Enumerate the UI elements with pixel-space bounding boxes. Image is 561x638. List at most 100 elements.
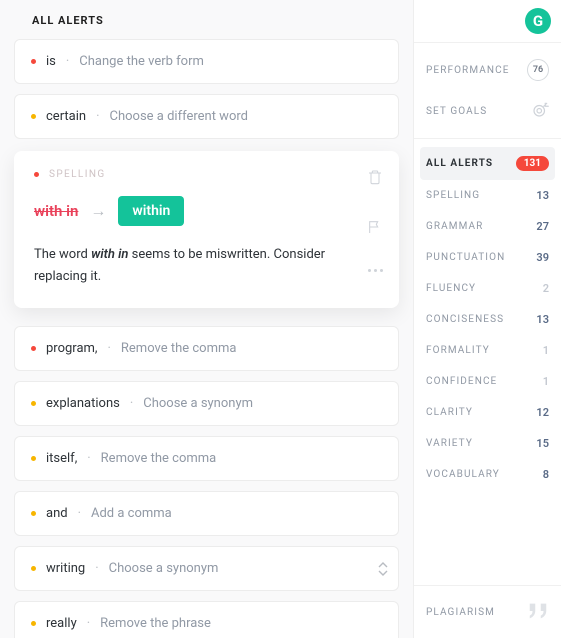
- sidebar: G PERFORMANCE 76 SET GOALS ALL ALERTS 13…: [413, 0, 561, 638]
- alert-card[interactable]: writing · Choose a synonym: [14, 546, 399, 591]
- desc-highlight: with in: [91, 247, 128, 262]
- alert-action: Remove the comma: [121, 341, 237, 356]
- alert-card[interactable]: is · Change the verb form: [14, 39, 399, 84]
- alert-card[interactable]: and · Add a comma: [14, 491, 399, 536]
- category-count: 15: [536, 437, 549, 450]
- suggestion-button[interactable]: within: [118, 196, 184, 226]
- alert-word: is: [46, 54, 56, 69]
- alert-card[interactable]: explanations · Choose a synonym: [14, 381, 399, 426]
- alert-dot-icon: [34, 172, 39, 177]
- alert-dot-icon: [31, 114, 36, 119]
- category-label: CONFIDENCE: [426, 376, 497, 387]
- category-label: CLARITY: [426, 407, 473, 418]
- alert-card[interactable]: program, · Remove the comma: [14, 326, 399, 371]
- alert-category-label: SPELLING: [49, 169, 106, 180]
- plagiarism-label: PLAGIARISM: [426, 607, 495, 618]
- alert-dot-icon: [31, 566, 36, 571]
- alert-word: certain: [46, 109, 86, 124]
- category-label: FLUENCY: [426, 283, 476, 294]
- category-label: SPELLING: [426, 190, 480, 201]
- nav-arrows[interactable]: [378, 561, 388, 577]
- category-count: 8: [543, 468, 549, 481]
- more-options-icon[interactable]: [368, 269, 383, 272]
- alert-action: Remove the phrase: [100, 616, 211, 631]
- quote-icon: [527, 600, 549, 624]
- set-goals-label: SET GOALS: [426, 106, 487, 117]
- category-conciseness[interactable]: CONCISENESS 13: [414, 304, 561, 335]
- category-count: 27: [536, 220, 549, 233]
- category-count: 39: [536, 251, 549, 264]
- category-label: VOCABULARY: [426, 469, 500, 480]
- incorrect-word: with in: [34, 202, 78, 220]
- category-fluency[interactable]: FLUENCY 2: [414, 273, 561, 304]
- expanded-alert-card: SPELLING with in → within The word with …: [14, 151, 399, 308]
- alert-action: Add a comma: [91, 506, 172, 521]
- alert-action: Remove the comma: [101, 451, 217, 466]
- alert-word: and: [46, 506, 68, 521]
- alert-dot-icon: [31, 401, 36, 406]
- category-label: FORMALITY: [426, 345, 490, 356]
- separator: ·: [95, 561, 98, 576]
- alert-word: explanations: [46, 396, 120, 411]
- category-count: 13: [536, 189, 549, 202]
- alert-action: Change the verb form: [79, 54, 204, 69]
- performance-row[interactable]: PERFORMANCE 76: [414, 49, 561, 91]
- category-count: 13: [536, 313, 549, 326]
- plagiarism-row[interactable]: PLAGIARISM: [414, 585, 561, 638]
- category-count: 1: [543, 375, 549, 388]
- performance-label: PERFORMANCE: [426, 65, 510, 76]
- category-grammar[interactable]: GRAMMAR 27: [414, 211, 561, 242]
- separator: ·: [66, 54, 69, 69]
- desc-text: The word: [34, 247, 91, 262]
- flag-icon[interactable]: [367, 219, 383, 239]
- category-confidence[interactable]: CONFIDENCE 1: [414, 366, 561, 397]
- category-punctuation[interactable]: PUNCTUATION 39: [414, 242, 561, 273]
- category-spelling[interactable]: SPELLING 13: [414, 180, 561, 211]
- alert-word: itself,: [46, 451, 77, 466]
- category-variety[interactable]: VARIETY 15: [414, 428, 561, 459]
- category-label: PUNCTUATION: [426, 252, 505, 263]
- alert-card[interactable]: certain · Choose a different word: [14, 94, 399, 139]
- arrow-right-icon: →: [90, 201, 106, 221]
- category-all-alerts[interactable]: ALL ALERTS 131: [420, 147, 555, 180]
- alert-description: The word with in seems to be miswritten.…: [34, 244, 379, 288]
- category-count: 1: [543, 344, 549, 357]
- trash-icon[interactable]: [367, 169, 383, 189]
- separator: ·: [78, 506, 81, 521]
- category-clarity[interactable]: CLARITY 12: [414, 397, 561, 428]
- category-label: CONCISENESS: [426, 314, 504, 325]
- chevron-up-icon[interactable]: [378, 561, 388, 569]
- grammarly-logo-icon[interactable]: G: [525, 8, 551, 34]
- alert-word: program,: [46, 341, 97, 356]
- alert-dot-icon: [31, 346, 36, 351]
- alert-dot-icon: [31, 511, 36, 516]
- category-vocabulary[interactable]: VOCABULARY 8: [414, 459, 561, 490]
- alert-dot-icon: [31, 59, 36, 64]
- separator: ·: [96, 109, 99, 124]
- alert-count-badge: 131: [516, 156, 549, 171]
- alert-action: Choose a synonym: [143, 396, 253, 411]
- alert-card[interactable]: really · Remove the phrase: [14, 601, 399, 638]
- alert-action: Choose a different word: [110, 109, 248, 124]
- alert-dot-icon: [31, 456, 36, 461]
- alert-dot-icon: [31, 621, 36, 626]
- set-goals-row[interactable]: SET GOALS: [414, 91, 561, 132]
- alerts-panel: ALL ALERTS is · Change the verb form cer…: [0, 0, 413, 638]
- category-label: GRAMMAR: [426, 221, 483, 232]
- chevron-down-icon[interactable]: [378, 569, 388, 577]
- category-count: 2: [543, 282, 549, 295]
- alert-word: writing: [46, 561, 85, 576]
- target-icon: [531, 101, 549, 122]
- category-count: 12: [536, 406, 549, 419]
- alert-card[interactable]: itself, · Remove the comma: [14, 436, 399, 481]
- category-formality[interactable]: FORMALITY 1: [414, 335, 561, 366]
- alert-action: Choose a synonym: [109, 561, 219, 576]
- category-label: ALL ALERTS: [426, 158, 493, 169]
- performance-score: 76: [527, 59, 549, 81]
- separator: ·: [87, 616, 90, 631]
- separator: ·: [107, 341, 110, 356]
- category-label: VARIETY: [426, 438, 473, 449]
- alert-category-tag: SPELLING: [34, 169, 379, 180]
- alert-word: really: [46, 616, 77, 631]
- separator: ·: [87, 451, 90, 466]
